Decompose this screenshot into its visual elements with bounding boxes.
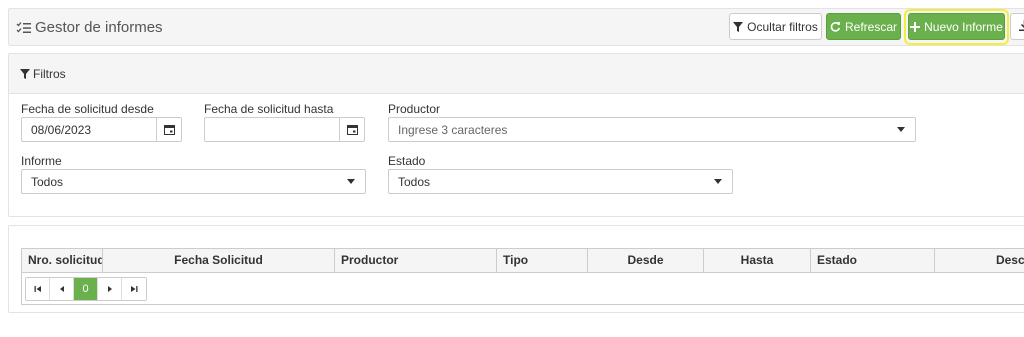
column-header[interactable]: Desde (588, 249, 704, 272)
status-select[interactable]: Todos (388, 169, 733, 194)
status-value: Todos (398, 174, 431, 189)
results-table: Nro. solicitud Fecha Solicitud Productor… (21, 248, 1024, 305)
report-select[interactable]: Todos (21, 169, 366, 194)
date-to-field[interactable] (204, 117, 365, 142)
results-panel: Nro. solicitud Fecha Solicitud Productor… (8, 225, 1024, 313)
calendar-icon[interactable] (339, 118, 364, 141)
next-page-icon (107, 286, 112, 292)
first-page-icon (34, 286, 41, 292)
producer-select[interactable]: Ingrese 3 caracteres (388, 117, 916, 142)
page-title-text: Gestor de informes (35, 19, 163, 36)
last-page-icon (131, 286, 138, 292)
date-from-label: Fecha de solicitud desde (21, 102, 154, 116)
refresh-icon (830, 21, 841, 32)
current-page[interactable]: 0 (74, 278, 98, 300)
calendar-icon[interactable] (156, 118, 181, 141)
next-page-button[interactable] (98, 278, 122, 300)
hide-filters-button[interactable]: Ocultar filtros (729, 13, 822, 40)
status-label: Estado (388, 154, 426, 168)
prev-page-icon (59, 286, 64, 292)
download-icon (1018, 19, 1024, 34)
first-page-button[interactable] (26, 278, 50, 300)
last-page-button[interactable] (122, 278, 146, 300)
column-header[interactable]: Descar (935, 249, 1024, 272)
page-header: Gestor de informes Ocultar filtros Refre… (8, 8, 1024, 46)
page-title: Gestor de informes (16, 19, 163, 36)
hide-filters-label: Ocultar filtros (747, 19, 818, 34)
filters-panel-title: Filtros (33, 66, 66, 81)
date-from-value: 08/06/2023 (31, 122, 92, 137)
highlight-outline (904, 9, 1009, 45)
report-label: Informe (21, 154, 62, 168)
download-button[interactable] (1010, 13, 1024, 40)
filter-icon (733, 21, 744, 32)
date-from-field[interactable]: 08/06/2023 (21, 117, 182, 142)
producer-label: Productor (388, 102, 441, 116)
filter-icon (20, 68, 30, 79)
pager: 0 (25, 277, 147, 301)
caret-down-icon (714, 179, 722, 184)
date-to-label: Fecha de solicitud hasta (204, 102, 334, 116)
filters-panel-header: Filtros (9, 54, 1024, 94)
refresh-button[interactable]: Refrescar (826, 13, 901, 40)
column-header[interactable]: Productor (335, 249, 497, 272)
report-value: Todos (31, 174, 64, 189)
caret-down-icon (347, 179, 355, 184)
filters-panel: Filtros Fecha de solicitud desde 08/06/2… (8, 53, 1024, 217)
column-header[interactable]: Hasta (704, 249, 811, 272)
prev-page-button[interactable] (50, 278, 74, 300)
column-header[interactable]: Fecha Solicitud (103, 249, 335, 272)
checklist-icon (16, 21, 31, 33)
producer-placeholder: Ingrese 3 caracteres (398, 122, 508, 137)
table-header: Nro. solicitud Fecha Solicitud Productor… (22, 249, 1024, 273)
column-header[interactable]: Estado (811, 249, 935, 272)
column-header[interactable]: Nro. solicitud (22, 249, 103, 272)
caret-down-icon (897, 127, 905, 132)
column-header[interactable]: Tipo (497, 249, 588, 272)
refresh-label: Refrescar (844, 19, 897, 34)
